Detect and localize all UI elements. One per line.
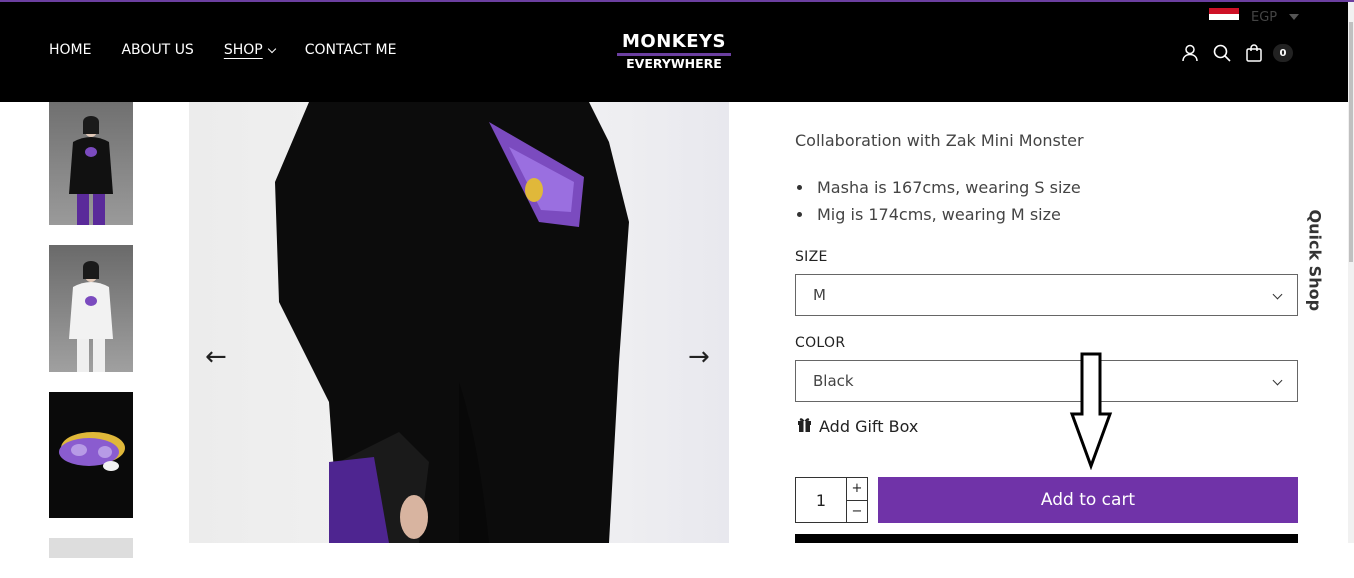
nav-about-us[interactable]: ABOUT US (121, 42, 193, 58)
quick-shop-tab[interactable]: Quick Shop (1300, 209, 1330, 312)
color-label: COLOR (795, 335, 846, 351)
cart-icon[interactable] (1245, 44, 1263, 62)
quantity-decrease-button[interactable]: − (847, 499, 867, 523)
logo-line-1: MONKEYS (621, 31, 727, 52)
search-icon[interactable] (1213, 44, 1231, 62)
nav-about-label: ABOUT US (121, 42, 194, 58)
nav-shop[interactable]: SHOP (223, 42, 276, 58)
annotation-arrow-icon (1069, 352, 1113, 470)
truncated-text-peek (795, 90, 865, 102)
chevron-down-icon (267, 44, 276, 53)
main-product-image: ← → (189, 102, 729, 543)
size-select[interactable]: M (795, 274, 1298, 316)
quantity-input[interactable]: 1 (796, 478, 847, 522)
product-details-list: Masha is 167cms, wearing S size Mig is 1… (795, 174, 1081, 228)
gift-label: Add Gift Box (819, 416, 919, 436)
thumbnail-black-hoodie[interactable] (49, 102, 133, 225)
scrollbar-thumb[interactable] (1349, 22, 1353, 262)
gallery-next-arrow[interactable]: → (688, 342, 710, 372)
nav-home-label: HOME (49, 42, 92, 58)
quick-shop-label: Quick Shop (1305, 209, 1325, 312)
color-select[interactable]: Black (795, 360, 1298, 402)
gift-icon (797, 416, 812, 436)
detail-item: Mig is 174cms, wearing M size (795, 201, 1081, 228)
nav-contact-label: CONTACT ME (304, 42, 397, 58)
main-nav: HOME ABOUT US SHOP CONTACT ME (49, 42, 396, 58)
site-header: HOME ABOUT US SHOP CONTACT ME MONKEYS EV… (0, 2, 1348, 102)
thumbnail-list (49, 102, 133, 578)
logo-line-2: EVERYWHERE (626, 56, 722, 71)
gallery-prev-arrow[interactable]: ← (205, 342, 227, 372)
product-description: Collaboration with Zak Mini Monster (795, 131, 1084, 150)
cart-count-badge: 0 (1273, 44, 1293, 62)
quantity-buttons: + − (847, 478, 867, 522)
add-to-cart-button[interactable]: Add to cart (878, 477, 1298, 523)
nav-contact-me[interactable]: CONTACT ME (305, 42, 397, 58)
caret-down-icon (1289, 14, 1300, 20)
color-value: Black (813, 372, 854, 390)
size-value: M (813, 286, 826, 304)
detail-item: Masha is 167cms, wearing S size (795, 174, 1081, 201)
chevron-down-icon (1272, 289, 1283, 300)
add-gift-box-link[interactable]: Add Gift Box (797, 416, 918, 436)
thumbnail-more[interactable] (49, 538, 133, 558)
thumbnail-white-hoodie[interactable] (49, 245, 133, 372)
quantity-increase-button[interactable]: + (847, 478, 867, 500)
buy-now-button[interactable] (795, 534, 1298, 543)
egypt-flag-icon (1209, 8, 1239, 26)
size-label: SIZE (795, 249, 828, 265)
chevron-down-icon (1272, 375, 1283, 386)
currency-selector[interactable]: EGP (1209, 8, 1300, 26)
quantity-stepper: 1 + − (795, 477, 868, 523)
site-logo[interactable]: MONKEYS EVERYWHERE (617, 32, 731, 71)
nav-shop-label: SHOP (223, 42, 263, 58)
nav-home[interactable]: HOME (49, 42, 91, 58)
thumbnail-graphic-detail[interactable] (49, 392, 133, 518)
account-icon[interactable] (1181, 44, 1199, 62)
header-icons: 0 (1181, 44, 1293, 62)
currency-label: EGP (1251, 9, 1278, 25)
